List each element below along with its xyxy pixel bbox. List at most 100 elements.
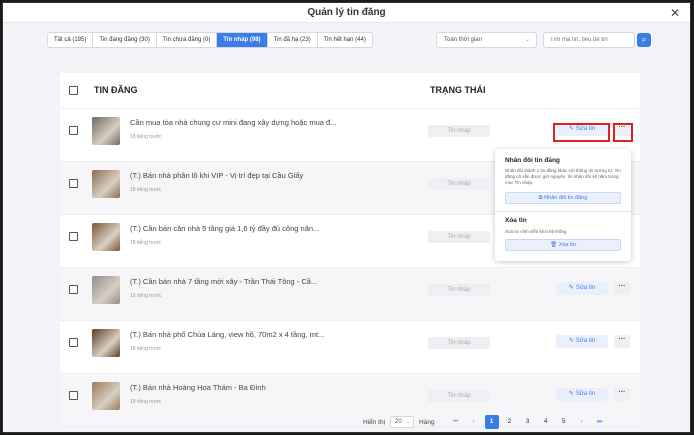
listing-time: 18 tiếng trước [130, 187, 162, 193]
more-actions-button[interactable]: ··· [614, 388, 630, 401]
more-icon: ··· [618, 336, 626, 343]
duplicate-description: Nhân đôi thành 1 tin đăng khác với thông… [505, 168, 621, 185]
listing-thumbnail [92, 382, 120, 410]
status-tabs: Tất cả (195) Tin đang đăng (30) Tin chưa… [47, 32, 373, 48]
duplicate-title: Nhân đôi tin đăng [505, 157, 560, 164]
more-icon: ··· [618, 389, 626, 396]
page-size-value: 20 [395, 419, 402, 425]
status-badge: Tin nháp [428, 390, 490, 402]
edit-button-label: Sửa tin [575, 126, 596, 132]
more-actions-button[interactable]: ··· [614, 335, 630, 348]
listing-thumbnail [92, 117, 120, 145]
column-header-title: TIN ĐĂNG [94, 85, 138, 95]
search-input[interactable] [543, 32, 635, 48]
tab-expired[interactable]: Tin hết hạn (44) [318, 33, 372, 47]
listing-title[interactable]: (T.) Cần bán căn nhà 5 tầng giá 1,6 tỷ đ… [130, 224, 319, 233]
listing-time: 18 tiếng trước [130, 134, 162, 140]
edit-listing-button[interactable]: ✎ Sửa tin [556, 123, 608, 136]
copy-icon: ⧉ [538, 195, 543, 201]
table-header: TIN ĐĂNG TRẠNG THÁI [60, 73, 640, 109]
toolbar: Tất cả (195) Tin đang đăng (30) Tin chưa… [47, 32, 652, 50]
popover-divider [495, 211, 631, 212]
table-row: (T.) Cần bán nhà 7 tầng mới xây - Trần T… [60, 268, 640, 321]
search-button[interactable]: ⌕ [637, 33, 651, 47]
pencil-icon: ✎ [568, 126, 574, 132]
status-badge: Tin nháp [428, 125, 490, 137]
select-all-checkbox[interactable] [69, 86, 78, 95]
row-checkbox[interactable] [69, 391, 78, 400]
page-2[interactable]: 2 [503, 415, 517, 429]
edit-button-label: Sửa tin [575, 285, 596, 291]
more-actions-button[interactable]: ··· [614, 123, 630, 136]
pencil-icon: ✎ [568, 338, 574, 344]
next-page-icon[interactable]: › [575, 416, 589, 428]
row-checkbox[interactable] [69, 232, 78, 241]
pagination: Hiển thị 20 ⌄ Hàng ⏮ ‹ 1 2 3 4 5 › ⏭ [363, 415, 609, 429]
listing-thumbnail [92, 223, 120, 251]
page-5[interactable]: 5 [557, 415, 571, 429]
prev-page-icon[interactable]: ‹ [467, 416, 481, 428]
status-badge: Tin nháp [428, 231, 490, 243]
listing-time: 18 tiếng trước [130, 240, 162, 246]
tab-all[interactable]: Tất cả (195) [48, 33, 94, 47]
duplicate-button[interactable]: ⧉ Nhân đôi tin đăng [505, 192, 621, 204]
listing-title[interactable]: Cần mua tòa nhà chung cư mini đang xây d… [130, 118, 336, 127]
chevron-down-icon: ⌄ [524, 37, 530, 43]
manage-listings-modal: Quản lý tin đăng ✕ Tất cả (195) Tin đang… [2, 2, 691, 433]
row-checkbox[interactable] [69, 126, 78, 135]
modal-title: Quản lý tin đăng [307, 7, 386, 18]
listing-time: 18 tiếng trước [130, 399, 162, 405]
modal-header: Quản lý tin đăng ✕ [3, 3, 690, 23]
page-4[interactable]: 4 [539, 415, 553, 429]
pencil-icon: ✎ [568, 391, 574, 397]
tab-posting[interactable]: Tin đang đăng (30) [93, 33, 157, 47]
status-badge: Tin nháp [428, 178, 490, 190]
page-1[interactable]: 1 [484, 415, 499, 429]
delete-title: Xóa tin [505, 217, 527, 224]
duplicate-button-label: Nhân đôi tin đăng [544, 195, 588, 201]
listing-thumbnail [92, 170, 120, 198]
edit-listing-button[interactable]: ✎ Sửa tin [556, 335, 608, 348]
listing-title[interactable]: (T.) Bán nhà phân lô khi VIP - Vị trí đẹ… [130, 171, 303, 180]
edit-listing-button[interactable]: ✎ Sửa tin [556, 388, 608, 401]
time-range-value: Toàn thời gian [444, 37, 482, 43]
page-size-select[interactable]: 20 ⌄ [390, 416, 415, 428]
page-size-label: Hiển thị [363, 418, 386, 426]
tab-not-posted[interactable]: Tin chưa đăng (0) [157, 33, 218, 47]
listing-title[interactable]: (T.) Bán nhà Hoàng Hoa Thám - Ba Đình [130, 383, 266, 392]
rows-label: Hàng [419, 418, 435, 426]
search-icon: ⌕ [641, 35, 647, 44]
row-checkbox[interactable] [69, 338, 78, 347]
delete-description: Xoá tin vĩnh viễn khỏi hệ thống [505, 229, 567, 234]
first-page-icon[interactable]: ⏮ [449, 416, 463, 428]
edit-button-label: Sửa tin [575, 338, 596, 344]
tab-taken-down[interactable]: Tin đã hạ (23) [268, 33, 318, 47]
tab-drafts[interactable]: Tin nháp (98) [217, 33, 268, 47]
chevron-down-icon: ⌄ [405, 419, 411, 425]
listing-thumbnail [92, 276, 120, 304]
delete-button[interactable]: 🗑 Xóa tin [505, 239, 621, 251]
more-actions-popover: Nhân đôi tin đăng Nhân đôi thành 1 tin đ… [495, 149, 631, 261]
status-badge: Tin nháp [428, 284, 490, 296]
listing-time: 18 tiếng trước [130, 293, 162, 299]
delete-button-label: Xóa tin [558, 242, 576, 248]
edit-button-label: Sửa tin [575, 391, 596, 397]
listing-title[interactable]: (T.) Bán nhà phố Chùa Láng, view hồ, 70m… [130, 330, 324, 339]
row-checkbox[interactable] [69, 179, 78, 188]
listing-title[interactable]: (T.) Cần bán nhà 7 tầng mới xây - Trần T… [130, 277, 317, 286]
more-icon: ··· [618, 283, 626, 290]
column-header-status: TRẠNG THÁI [430, 85, 486, 95]
last-page-icon[interactable]: ⏭ [593, 416, 607, 428]
page-3[interactable]: 3 [521, 415, 535, 429]
listing-time: 18 tiếng trước [130, 346, 162, 352]
edit-listing-button[interactable]: ✎ Sửa tin [556, 282, 608, 295]
listing-thumbnail [92, 329, 120, 357]
pencil-icon: ✎ [568, 285, 574, 291]
more-actions-button[interactable]: ··· [614, 282, 630, 295]
status-badge: Tin nháp [428, 337, 490, 349]
row-checkbox[interactable] [69, 285, 78, 294]
more-icon: ··· [618, 124, 626, 131]
table-row: (T.) Bán nhà phố Chùa Láng, view hồ, 70m… [60, 321, 640, 374]
close-icon[interactable]: ✕ [670, 6, 680, 20]
time-range-select[interactable]: Toàn thời gian ⌄ [436, 32, 537, 48]
